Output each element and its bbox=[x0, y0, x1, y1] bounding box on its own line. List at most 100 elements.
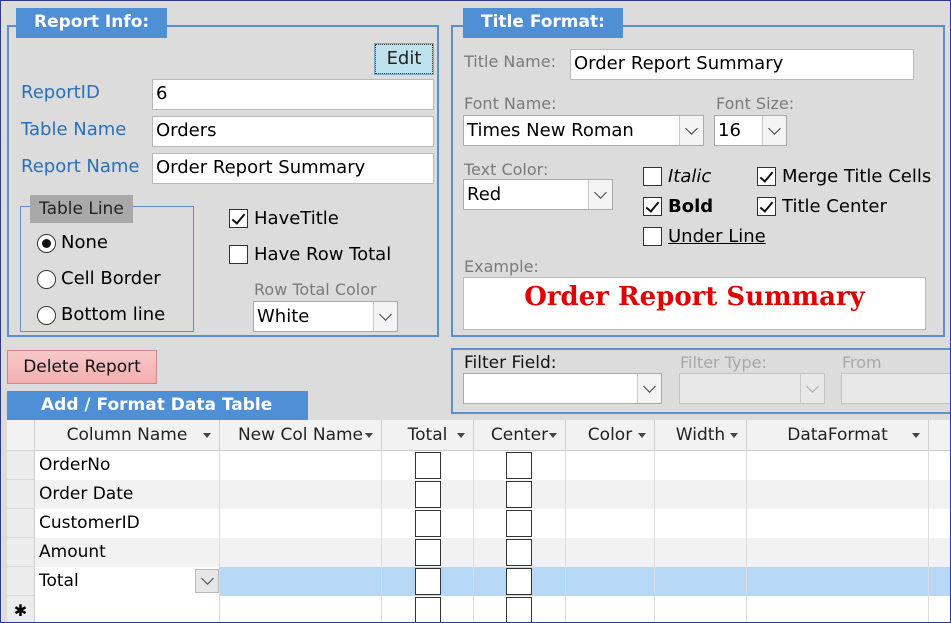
filter-type-select[interactable] bbox=[679, 373, 825, 404]
title-name-field[interactable]: Order Report Summary bbox=[570, 49, 914, 80]
delete-report-button[interactable]: Delete Report bbox=[7, 350, 157, 384]
have-row-total-checkbox[interactable] bbox=[229, 245, 248, 264]
total-checkbox[interactable] bbox=[415, 481, 441, 508]
cell-column-name[interactable] bbox=[35, 596, 220, 623]
sort-arrow-icon[interactable] bbox=[457, 433, 465, 438]
table-row[interactable]: OrderNo bbox=[35, 451, 951, 480]
cell-dataformat[interactable] bbox=[747, 567, 929, 596]
underline-checkbox[interactable] bbox=[643, 227, 662, 246]
filter-field-select[interactable] bbox=[463, 373, 662, 404]
have-title-checkbox[interactable] bbox=[229, 209, 248, 228]
cell-new-col-name[interactable] bbox=[220, 567, 382, 596]
cell-width[interactable] bbox=[655, 480, 747, 509]
col-header-label: DataFormat bbox=[787, 425, 888, 445]
cell-width[interactable] bbox=[655, 596, 747, 623]
cell-color[interactable] bbox=[566, 509, 655, 538]
radio-none[interactable] bbox=[37, 234, 56, 253]
select-all-corner[interactable] bbox=[7, 420, 35, 451]
font-size-select[interactable]: 16 bbox=[714, 115, 787, 146]
cell-color[interactable] bbox=[566, 567, 655, 596]
radio-bottom-line[interactable] bbox=[37, 306, 56, 325]
col-header-total[interactable]: Total bbox=[382, 420, 474, 451]
total-checkbox[interactable] bbox=[415, 539, 441, 566]
text-color-select[interactable]: Red bbox=[463, 179, 613, 210]
cell-dataformat[interactable] bbox=[747, 451, 929, 480]
center-checkbox[interactable] bbox=[506, 597, 532, 623]
cell-new-col-name[interactable] bbox=[220, 451, 382, 480]
sort-arrow-icon[interactable] bbox=[549, 433, 557, 438]
cell-column-name[interactable]: Amount bbox=[35, 538, 220, 567]
row-selector[interactable] bbox=[7, 480, 35, 509]
cell-color[interactable] bbox=[566, 480, 655, 509]
cell-column-name[interactable]: CustomerID bbox=[35, 509, 220, 538]
radio-cell-border[interactable] bbox=[37, 270, 56, 289]
row-selector[interactable] bbox=[7, 538, 35, 567]
center-checkbox[interactable] bbox=[506, 481, 532, 508]
table-name-field[interactable]: Orders bbox=[152, 116, 434, 147]
col-header-column-name[interactable]: Column Name bbox=[35, 420, 220, 451]
total-checkbox[interactable] bbox=[415, 510, 441, 537]
center-checkbox[interactable] bbox=[506, 568, 532, 595]
table-row-selected[interactable]: Total bbox=[35, 567, 951, 596]
new-row-selector[interactable]: ✱ bbox=[7, 596, 35, 623]
sort-arrow-icon[interactable] bbox=[203, 433, 211, 438]
row-selector[interactable] bbox=[7, 509, 35, 538]
chevron-down-icon[interactable] bbox=[588, 180, 612, 209]
table-line-label: Table Line bbox=[30, 195, 133, 223]
merge-title-cells-checkbox[interactable] bbox=[757, 167, 776, 186]
report-id-field[interactable]: 6 bbox=[152, 79, 434, 110]
cell-new-col-name[interactable] bbox=[220, 509, 382, 538]
cell-width[interactable] bbox=[655, 509, 747, 538]
total-checkbox[interactable] bbox=[415, 452, 441, 479]
cell-new-col-name[interactable] bbox=[220, 596, 382, 623]
cell-new-col-name[interactable] bbox=[220, 538, 382, 567]
chevron-down-icon[interactable] bbox=[637, 374, 661, 403]
chevron-down-icon[interactable] bbox=[679, 116, 703, 145]
sort-arrow-icon[interactable] bbox=[912, 433, 920, 438]
bold-checkbox[interactable] bbox=[643, 197, 662, 216]
row-selector[interactable] bbox=[7, 567, 35, 596]
cell-color[interactable] bbox=[566, 596, 655, 623]
cell-dataformat[interactable] bbox=[747, 509, 929, 538]
chevron-down-icon[interactable] bbox=[195, 569, 219, 593]
italic-checkbox[interactable] bbox=[643, 167, 662, 186]
table-row[interactable]: Amount bbox=[35, 538, 951, 567]
col-header-center[interactable]: Center bbox=[474, 420, 566, 451]
row-total-color-select[interactable]: White bbox=[253, 301, 398, 332]
cell-dataformat[interactable] bbox=[747, 596, 929, 623]
col-header-new-col-name[interactable]: New Col Name bbox=[220, 420, 382, 451]
total-checkbox[interactable] bbox=[415, 568, 441, 595]
cell-color[interactable] bbox=[566, 538, 655, 567]
cell-width[interactable] bbox=[655, 451, 747, 480]
row-selector[interactable] bbox=[7, 451, 35, 480]
center-checkbox[interactable] bbox=[506, 452, 532, 479]
sort-arrow-icon[interactable] bbox=[365, 433, 373, 438]
cell-new-col-name[interactable] bbox=[220, 480, 382, 509]
edit-button[interactable]: Edit bbox=[374, 43, 434, 75]
cell-column-name[interactable]: OrderNo bbox=[35, 451, 220, 480]
table-row[interactable]: Order Date bbox=[35, 480, 951, 509]
center-checkbox[interactable] bbox=[506, 510, 532, 537]
chevron-down-icon[interactable] bbox=[762, 116, 786, 145]
cell-color[interactable] bbox=[566, 451, 655, 480]
col-header-width[interactable]: Width bbox=[655, 420, 747, 451]
sort-arrow-icon[interactable] bbox=[730, 433, 738, 438]
new-record-row[interactable] bbox=[35, 596, 951, 623]
center-checkbox[interactable] bbox=[506, 539, 532, 566]
cell-column-name[interactable]: Total bbox=[35, 567, 220, 596]
total-checkbox[interactable] bbox=[415, 597, 441, 623]
chevron-down-icon[interactable] bbox=[373, 302, 397, 331]
title-center-checkbox[interactable] bbox=[757, 197, 776, 216]
table-row[interactable]: CustomerID bbox=[35, 509, 951, 538]
cell-width[interactable] bbox=[655, 567, 747, 596]
cell-width[interactable] bbox=[655, 538, 747, 567]
report-name-field[interactable]: Order Report Summary bbox=[152, 153, 434, 184]
col-header-dataformat[interactable]: DataFormat bbox=[747, 420, 929, 451]
cell-dataformat[interactable] bbox=[747, 538, 929, 567]
sort-arrow-icon[interactable] bbox=[638, 433, 646, 438]
cell-column-name[interactable]: Order Date bbox=[35, 480, 220, 509]
cell-dataformat[interactable] bbox=[747, 480, 929, 509]
filter-from-field[interactable] bbox=[841, 373, 951, 404]
font-name-select[interactable]: Times New Roman bbox=[463, 115, 704, 146]
col-header-color[interactable]: Color bbox=[566, 420, 655, 451]
